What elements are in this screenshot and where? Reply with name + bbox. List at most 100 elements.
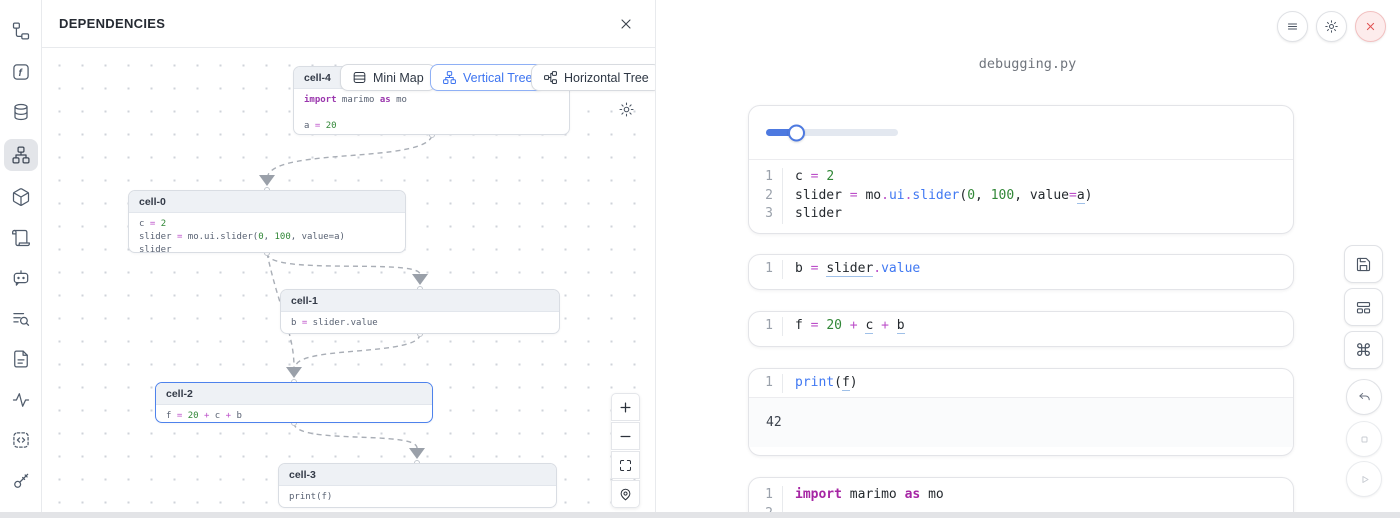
play-icon <box>1357 472 1372 487</box>
arrowhead <box>259 175 275 186</box>
mini-map-button[interactable]: Mini Map <box>340 64 436 91</box>
edge-cell1-cell2 <box>296 334 420 365</box>
function-icon: f <box>11 62 31 82</box>
vertical-tree-label: Vertical Tree <box>463 71 532 85</box>
code-editor[interactable]: print(f) <box>783 374 858 393</box>
command-icon: ⌘ <box>1355 342 1372 359</box>
layout-button[interactable] <box>1344 288 1383 326</box>
arrowhead <box>412 274 428 285</box>
horizontal-tree-button[interactable]: Horizontal Tree <box>531 64 655 91</box>
close-panel-button[interactable] <box>617 15 635 33</box>
code-editor[interactable]: c = 2slider = mo.ui.slider(0, 100, value… <box>783 168 1092 224</box>
code-editor[interactable]: b = slider.value <box>783 260 920 279</box>
scroll-icon <box>11 228 31 248</box>
sidebar-item-logs[interactable] <box>4 386 38 414</box>
notebook-cell-f[interactable]: 1 f = 20 + c + b <box>748 311 1294 347</box>
graph-settings-gear-icon[interactable] <box>618 101 635 118</box>
line-numbers: 123 <box>749 168 783 224</box>
list-search-icon <box>11 309 31 329</box>
fit-view-button[interactable] <box>611 451 640 479</box>
undo-button[interactable] <box>1346 379 1382 415</box>
slider-widget[interactable] <box>766 129 898 136</box>
line-numbers: 1 <box>749 317 783 336</box>
edge-cell0-cell1 <box>267 253 420 274</box>
graph-node-cell-1[interactable]: cell-1 b = slider.value <box>280 289 560 334</box>
layout-icon <box>1355 299 1372 316</box>
horizontal-tree-label: Horizontal Tree <box>564 71 649 85</box>
graph-node-cell-2[interactable]: cell-2 f = 20 + c + b <box>155 382 433 423</box>
svg-text:f: f <box>18 67 23 78</box>
sidebar-item-documentation[interactable] <box>4 224 38 252</box>
horizontal-tree-icon <box>543 70 558 85</box>
node-title: cell-3 <box>279 464 556 486</box>
dependency-graph-icon <box>11 145 31 165</box>
undo-icon <box>1357 390 1372 405</box>
zoom-out-button[interactable] <box>611 422 640 450</box>
panel-divider <box>655 0 656 518</box>
node-code: f = 20 + c + b <box>156 405 432 423</box>
location-pin-button[interactable] <box>611 480 640 508</box>
save-icon <box>1355 256 1372 273</box>
vertical-tree-icon <box>442 70 457 85</box>
notebook-cell-b[interactable]: 1 b = slider.value <box>748 254 1294 290</box>
run-button[interactable] <box>1346 461 1382 497</box>
sidebar-item-ai-chat[interactable] <box>4 264 38 292</box>
close-icon <box>618 16 634 32</box>
graph-zoom-controls <box>611 393 640 508</box>
zoom-in-button[interactable] <box>611 393 640 421</box>
database-icon <box>11 102 31 122</box>
line-numbers: 1 <box>749 260 783 279</box>
vertical-tree-button[interactable]: Vertical Tree <box>430 64 544 91</box>
save-button[interactable] <box>1344 245 1383 283</box>
location-pin-icon <box>618 487 633 502</box>
notebook-menu-button[interactable] <box>1277 11 1308 42</box>
slider-handle[interactable] <box>788 124 805 141</box>
edge-cell2-cell3 <box>294 423 417 448</box>
code-editor[interactable]: f = 20 + c + b <box>783 317 905 336</box>
sidebar-item-secrets[interactable] <box>4 467 38 495</box>
dependency-graph-canvas[interactable]: cell-4 import marimo as mo a = 20 cell-0… <box>42 48 655 512</box>
document-icon <box>11 349 31 369</box>
arrowhead <box>409 448 425 459</box>
stop-button[interactable] <box>1346 421 1382 457</box>
activity-icon <box>11 390 31 410</box>
sidebar-item-variables[interactable]: f <box>4 58 38 86</box>
snippets-icon <box>11 430 31 450</box>
sidebar-item-datasources[interactable] <box>4 98 38 126</box>
zoom-in-icon <box>618 400 633 415</box>
sidebar-item-dependencies[interactable] <box>4 139 38 171</box>
graph-node-cell-3[interactable]: cell-3 print(f) <box>278 463 557 508</box>
notebook-cell-print[interactable]: 1 print(f) 42 <box>748 368 1294 456</box>
node-title: cell-2 <box>156 383 432 405</box>
cell-output-area: 42 <box>749 397 1293 447</box>
chat-bot-icon <box>11 268 31 288</box>
graph-node-cell-0[interactable]: cell-0 c = 2slider = mo.ui.slider(0, 100… <box>128 190 406 253</box>
node-title: cell-0 <box>129 191 405 213</box>
shutdown-button[interactable] <box>1355 11 1386 42</box>
fit-view-icon <box>618 458 633 473</box>
stop-icon <box>1357 432 1372 447</box>
notebook-cell-slider[interactable]: 123 c = 2slider = mo.ui.slider(0, 100, v… <box>748 105 1294 234</box>
node-code: print(f) <box>279 486 556 508</box>
zoom-out-icon <box>618 429 633 444</box>
icon-sidebar: f <box>0 0 42 518</box>
dependencies-header: DEPENDENCIES <box>42 0 655 48</box>
node-title: cell-1 <box>281 290 559 312</box>
sidebar-item-packages[interactable] <box>4 183 38 211</box>
cell-output-value: 42 <box>766 415 782 430</box>
sidebar-item-tracing[interactable] <box>4 305 38 333</box>
notebook-settings-button[interactable] <box>1316 11 1347 42</box>
package-icon <box>11 187 31 207</box>
mini-map-icon <box>352 70 367 85</box>
gear-icon <box>1324 19 1339 34</box>
command-palette-button[interactable]: ⌘ <box>1344 331 1383 369</box>
bottom-scrollbar-strip[interactable] <box>0 512 1400 518</box>
sidebar-item-files[interactable] <box>4 345 38 373</box>
arrowhead <box>286 367 302 378</box>
shutdown-icon <box>1363 19 1378 34</box>
sidebar-item-snippets[interactable] <box>4 426 38 454</box>
node-code: b = slider.value <box>281 312 559 334</box>
cell-output-area <box>749 106 1293 160</box>
node-code: import marimo as mo a = 20 <box>294 89 569 135</box>
sidebar-item-file-explorer[interactable] <box>4 17 38 45</box>
